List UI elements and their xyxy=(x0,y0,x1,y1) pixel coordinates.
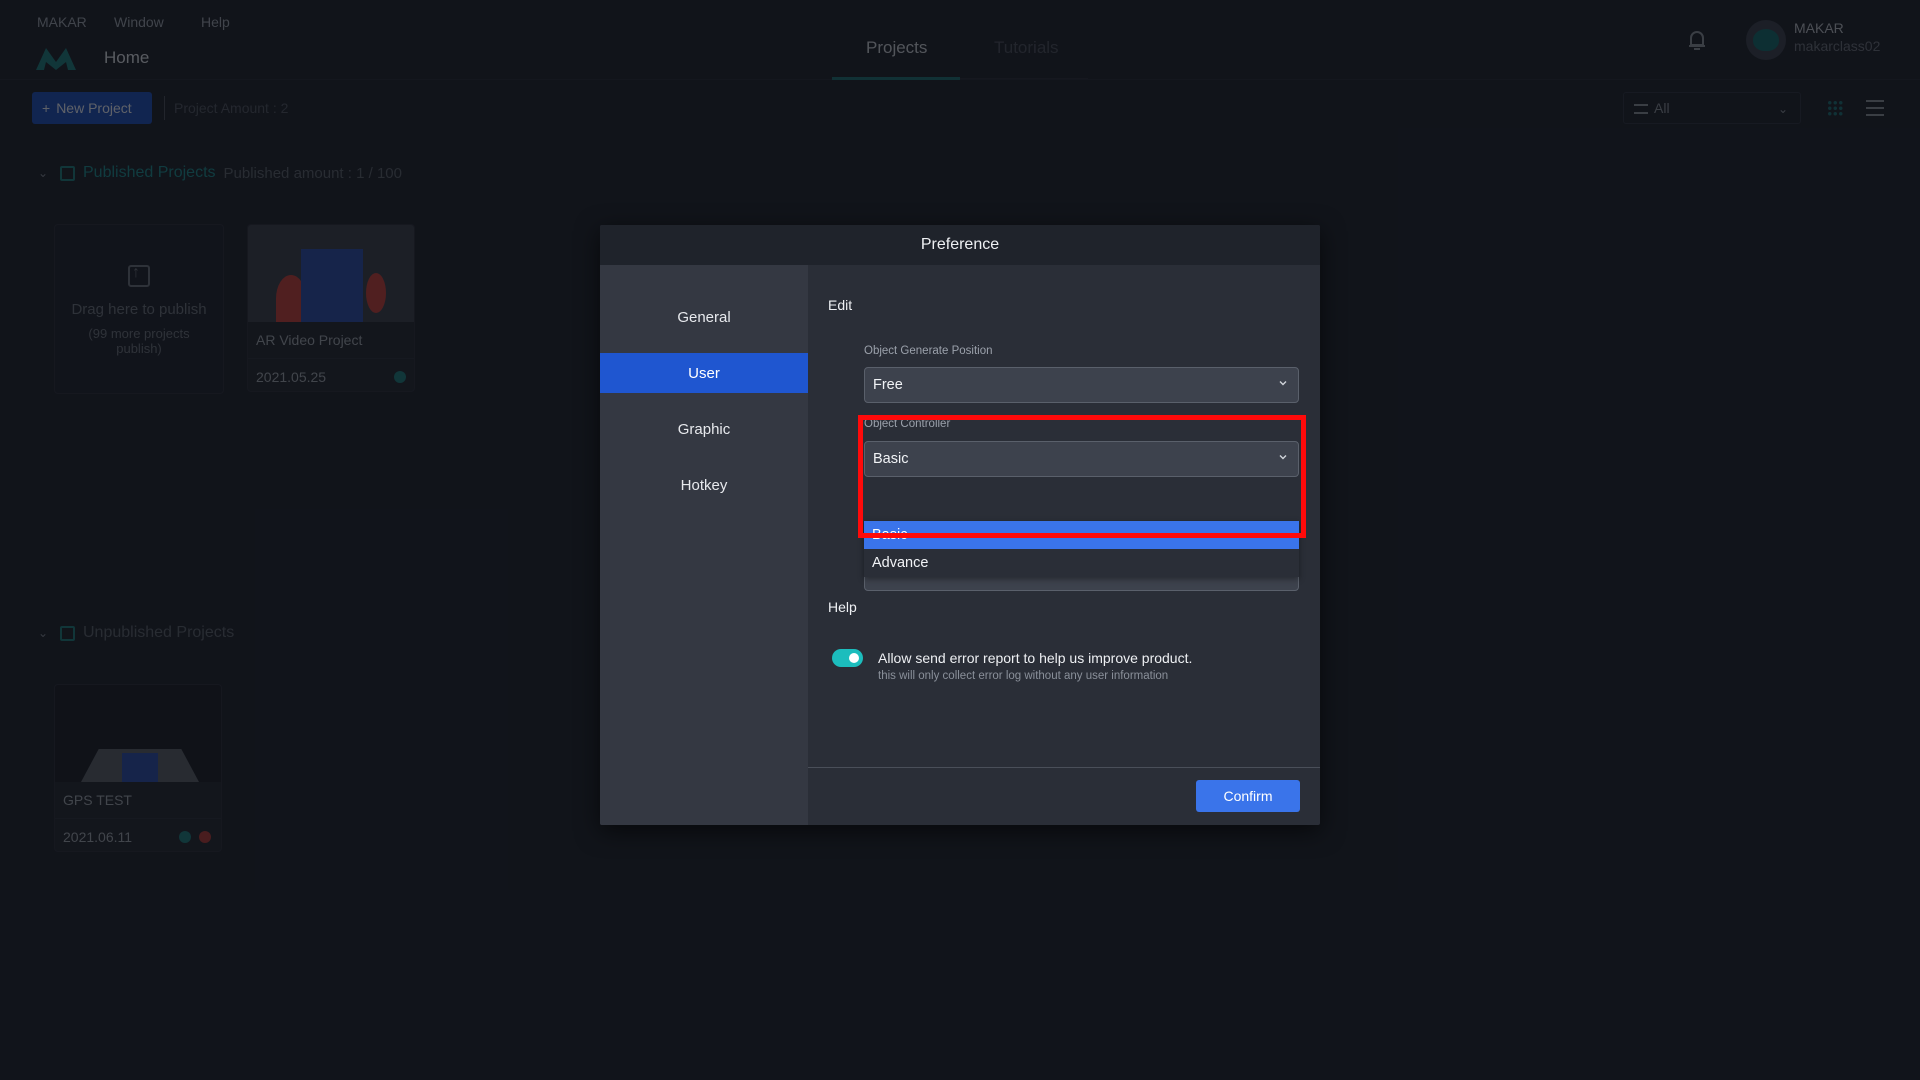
option-basic[interactable]: Basic xyxy=(864,521,1299,549)
error-report-toggle[interactable] xyxy=(832,649,863,667)
preference-sidebar: General User Graphic Hotkey xyxy=(600,265,808,825)
sidebar-item-user[interactable]: User xyxy=(600,353,808,393)
dialog-title: Preference xyxy=(600,225,1320,265)
chevron-down-icon xyxy=(1279,455,1287,460)
sidebar-item-hotkey[interactable]: Hotkey xyxy=(600,465,808,505)
preference-content: Edit Object Generate Position Free Objec… xyxy=(808,265,1320,825)
object-controller-label: Object Controller xyxy=(864,418,951,430)
confirm-button[interactable]: Confirm xyxy=(1196,780,1300,812)
sidebar-item-general[interactable]: General xyxy=(600,297,808,337)
object-controller-select[interactable]: Basic xyxy=(864,441,1299,477)
object-generate-position-label: Object Generate Position xyxy=(864,345,993,357)
sidebar-item-graphic[interactable]: Graphic xyxy=(600,409,808,449)
error-report-description: this will only collect error log without… xyxy=(878,670,1169,682)
object-generate-position-select[interactable]: Free xyxy=(864,367,1299,403)
object-controller-dropdown: Basic Advance xyxy=(864,521,1299,577)
object-generate-position-value: Free xyxy=(873,377,903,393)
footer-divider xyxy=(808,767,1320,768)
edit-section-label: Edit xyxy=(828,297,853,313)
help-section-label: Help xyxy=(828,599,857,615)
chevron-down-icon xyxy=(1279,381,1287,386)
error-report-label: Allow send error report to help us impro… xyxy=(878,650,1193,666)
option-advance[interactable]: Advance xyxy=(864,549,1299,577)
object-controller-value: Basic xyxy=(873,451,909,467)
preference-dialog: Preference General User Graphic Hotkey E… xyxy=(600,225,1320,825)
